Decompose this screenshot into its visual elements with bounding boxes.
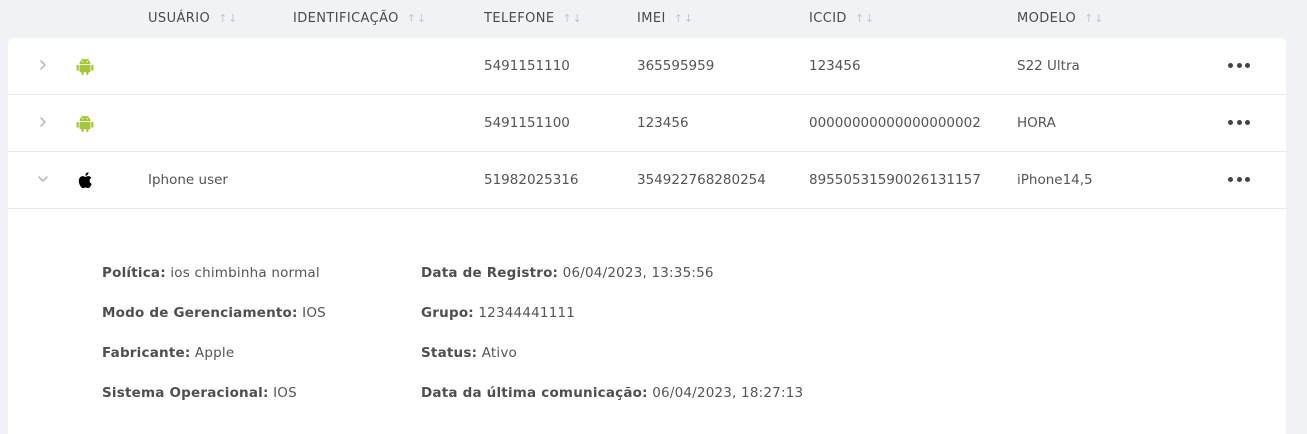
- table-row[interactable]: 5491151110 365595959 123456 S22 Ultra: [8, 38, 1286, 95]
- cell-usuario: Iphone user: [148, 172, 228, 188]
- table-row[interactable]: Iphone user 51982025316 354922768280254 …: [8, 152, 1286, 209]
- column-label: MODELO: [1017, 10, 1077, 26]
- detail-label: Política:: [102, 265, 166, 281]
- column-label: IMEI: [637, 10, 666, 26]
- sort-arrows-icon[interactable]: ↑↓: [855, 12, 875, 25]
- sort-arrows-icon[interactable]: ↑↓: [407, 12, 427, 25]
- cell-telefone: 5491151100: [484, 115, 570, 131]
- column-header-usuario[interactable]: USUÁRIO ↑↓: [148, 9, 239, 27]
- detail-ultima-comunicacao: Data da última comunicação: 06/04/2023, …: [421, 385, 803, 401]
- chevron-down-icon[interactable]: [36, 172, 50, 186]
- cell-iccid: 00000000000000000002: [809, 115, 981, 131]
- sort-arrows-icon[interactable]: ↑↓: [674, 12, 694, 25]
- cell-imei: 365595959: [637, 58, 715, 74]
- detail-data-registro: Data de Registro: 06/04/2023, 13:35:56: [421, 265, 714, 281]
- detail-label: Grupo:: [421, 305, 474, 321]
- column-header-telefone[interactable]: TELEFONE ↑↓: [484, 9, 583, 27]
- detail-value: IOS: [302, 305, 326, 321]
- column-label: USUÁRIO: [148, 10, 211, 26]
- apple-icon: [78, 172, 92, 189]
- detail-value: Apple: [194, 345, 235, 361]
- detail-value: 06/04/2023, 13:35:56: [562, 265, 714, 281]
- cell-modelo: iPhone14,5: [1017, 172, 1093, 188]
- cell-iccid: 123456: [809, 58, 861, 74]
- detail-label: Status:: [421, 345, 478, 361]
- detail-fabricante: Fabricante: Apple: [102, 345, 234, 361]
- column-header-iccid[interactable]: ICCID ↑↓: [809, 9, 875, 27]
- detail-modo-gerenciamento: Modo de Gerenciamento: IOS: [102, 305, 326, 321]
- table-row[interactable]: 5491151100 123456 00000000000000000002 H…: [8, 95, 1286, 152]
- cell-imei: 123456: [637, 115, 689, 131]
- cell-imei: 354922768280254: [637, 172, 766, 188]
- cell-telefone: 51982025316: [484, 172, 579, 188]
- column-header-modelo[interactable]: MODELO ↑↓: [1017, 9, 1105, 27]
- cell-modelo: S22 Ultra: [1017, 58, 1080, 74]
- android-icon: [76, 115, 94, 132]
- more-options-icon[interactable]: [1228, 115, 1250, 129]
- detail-label: Modo de Gerenciamento:: [102, 305, 298, 321]
- detail-grupo: Grupo: 12344441111: [421, 305, 575, 321]
- chevron-right-icon[interactable]: [36, 58, 50, 72]
- sort-arrows-icon[interactable]: ↑↓: [562, 12, 582, 25]
- detail-label: Sistema Operacional:: [102, 385, 269, 401]
- detail-politica: Política: ios chimbinha normal: [102, 265, 320, 281]
- detail-sistema-operacional: Sistema Operacional: IOS: [102, 385, 297, 401]
- table-header: USUÁRIO ↑↓ IDENTIFICAÇÃO ↑↓ TELEFONE ↑↓ …: [0, 0, 1307, 36]
- detail-value: IOS: [273, 385, 297, 401]
- more-options-icon[interactable]: [1228, 58, 1250, 72]
- devices-table: 5491151110 365595959 123456 S22 Ultra 54…: [8, 38, 1286, 434]
- sort-arrows-icon[interactable]: ↑↓: [1084, 12, 1104, 25]
- detail-status: Status: Ativo: [421, 345, 517, 361]
- more-options-icon[interactable]: [1228, 172, 1250, 186]
- cell-iccid: 89550531590026131157: [809, 172, 981, 188]
- detail-value: ios chimbinha normal: [170, 265, 320, 281]
- device-details-panel: Política: ios chimbinha normal Modo de G…: [8, 209, 1286, 434]
- detail-label: Data de Registro:: [421, 265, 559, 281]
- column-header-imei[interactable]: IMEI ↑↓: [637, 9, 694, 27]
- cell-telefone: 5491151110: [484, 58, 570, 74]
- cell-modelo: HORA: [1017, 115, 1056, 131]
- chevron-right-icon[interactable]: [36, 115, 50, 129]
- sort-arrows-icon[interactable]: ↑↓: [218, 12, 238, 25]
- detail-value: 06/04/2023, 18:27:13: [652, 385, 804, 401]
- detail-value: Ativo: [481, 345, 517, 361]
- detail-label: Fabricante:: [102, 345, 191, 361]
- column-label: TELEFONE: [484, 10, 555, 26]
- detail-value: 12344441111: [478, 305, 576, 321]
- detail-label: Data da última comunicação:: [421, 385, 648, 401]
- column-label: IDENTIFICAÇÃO: [293, 10, 399, 26]
- column-label: ICCID: [809, 10, 847, 26]
- column-header-identificacao[interactable]: IDENTIFICAÇÃO ↑↓: [293, 9, 427, 27]
- android-icon: [76, 58, 94, 75]
